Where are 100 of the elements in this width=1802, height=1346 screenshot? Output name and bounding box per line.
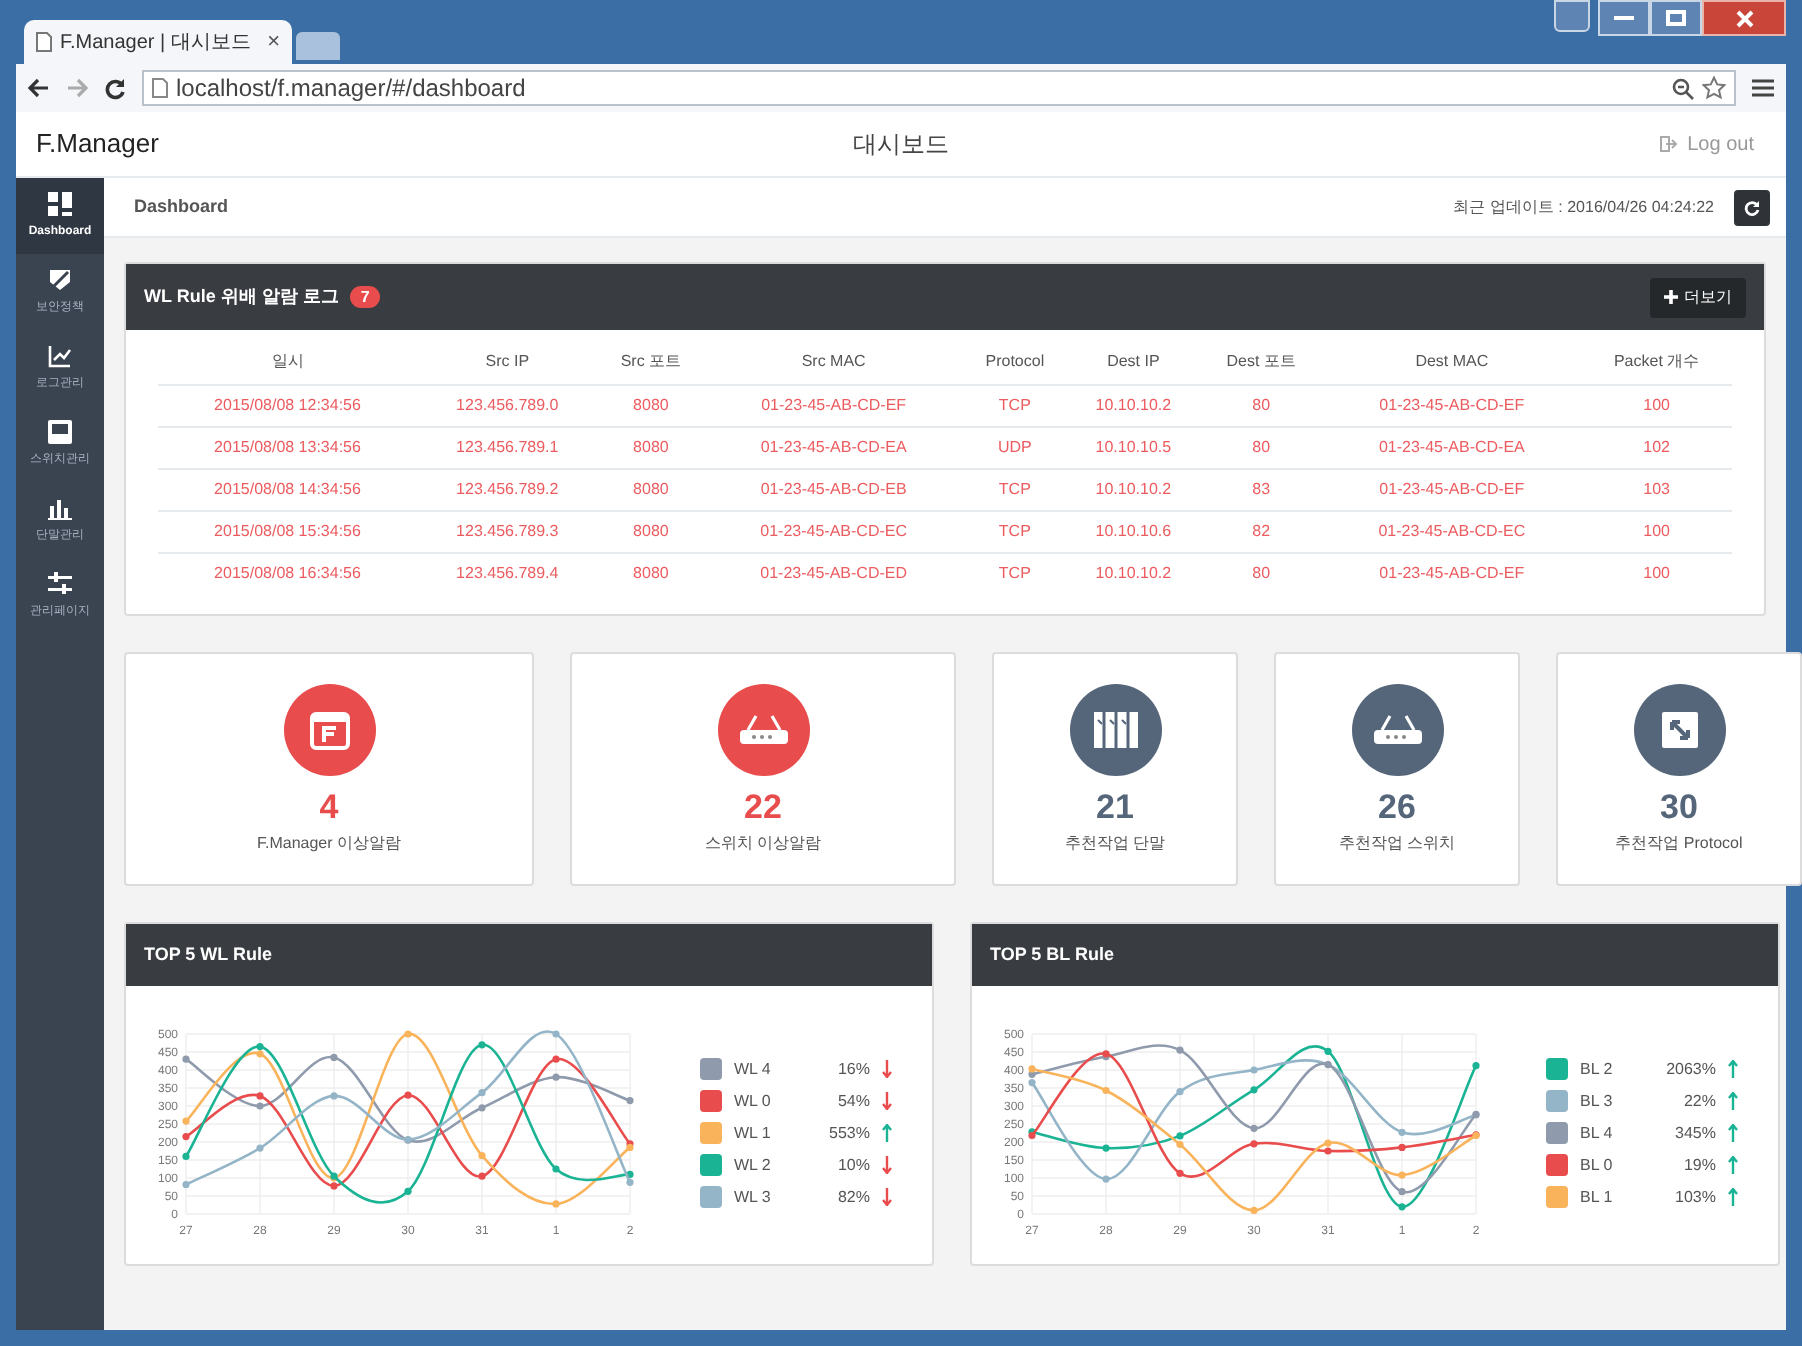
table-cell: 01-23-45-AB-CD-EF	[1322, 468, 1582, 510]
minimize-button[interactable]	[1598, 0, 1650, 36]
table-cell: 123.456.789.0	[417, 384, 598, 426]
table-cell: 80	[1200, 384, 1323, 426]
menu-icon[interactable]	[1752, 78, 1774, 98]
down-arrow-icon	[882, 1092, 892, 1110]
point	[330, 1052, 338, 1060]
column-header: Packet 개수	[1581, 342, 1732, 384]
table-cell: TCP	[963, 468, 1067, 510]
point	[478, 1040, 486, 1048]
point	[626, 1096, 634, 1104]
table-cell: TCP	[963, 552, 1067, 594]
maximize-button[interactable]	[1650, 0, 1702, 36]
down-arrow-icon	[882, 1060, 892, 1078]
point	[1176, 1045, 1184, 1053]
table-cell: TCP	[963, 384, 1067, 426]
table-cell: 2015/08/08 12:34:56	[158, 384, 417, 426]
page-icon	[152, 78, 168, 98]
point	[626, 1177, 634, 1185]
back-icon[interactable]	[28, 78, 50, 98]
stat-value: 22	[744, 787, 782, 827]
table-cell: 100	[1581, 510, 1732, 552]
table-cell: 8080	[597, 426, 705, 468]
point	[552, 1054, 560, 1062]
point	[256, 1101, 264, 1109]
table-cell: 01-23-45-AB-CD-EF	[1322, 384, 1582, 426]
table-cell: 10.10.10.2	[1066, 468, 1201, 510]
stat-label: 추천작업 스위치	[1338, 831, 1456, 855]
point	[330, 1091, 338, 1099]
tab-title: F.Manager | 대시보드	[60, 29, 251, 57]
up-arrow-icon	[1728, 1188, 1738, 1206]
plus-icon	[1664, 290, 1678, 304]
column-header: Src IP	[417, 342, 598, 384]
close-button[interactable]	[1702, 0, 1786, 36]
point	[1176, 1087, 1184, 1095]
close-icon	[1735, 9, 1753, 27]
brand-name[interactable]: F.Manager	[36, 124, 636, 164]
shield-icon	[48, 267, 72, 291]
point	[1398, 1142, 1406, 1150]
zoom-icon[interactable]	[1672, 77, 1694, 99]
point	[1102, 1174, 1110, 1182]
stat-value: 21	[1096, 787, 1134, 827]
legend-change: 10%	[835, 1153, 870, 1177]
table-cell: 01-23-45-AB-CD-EA	[704, 426, 964, 468]
point	[552, 1199, 560, 1207]
stat-value: 4	[319, 787, 339, 827]
address-bar[interactable]: localhost/f.manager/#/dashboard	[142, 70, 1736, 106]
sliders-icon	[48, 571, 72, 595]
table-cell: 103	[1581, 468, 1732, 510]
point	[182, 1054, 190, 1062]
up-arrow-icon	[1728, 1124, 1738, 1142]
stat-label: F.Manager 이상알람	[256, 831, 402, 855]
legend-label: WL 1	[734, 1121, 773, 1145]
router-icon	[1371, 709, 1423, 749]
point	[1250, 1139, 1258, 1147]
point	[1102, 1143, 1110, 1151]
legend-change: 345%	[1673, 1121, 1716, 1145]
table-cell: 82	[1200, 510, 1323, 552]
legend-label: WL 4	[734, 1057, 773, 1081]
table-cell: 123.456.789.1	[417, 426, 598, 468]
legend-label: BL 4	[1580, 1121, 1615, 1145]
resize-icon	[1657, 707, 1701, 751]
document-icon	[307, 707, 351, 751]
stat-label: 추천작업 Protocol	[1615, 831, 1743, 855]
browser-tab[interactable]: F.Manager | 대시보드 ×	[24, 20, 292, 64]
table-cell: 10.10.10.6	[1066, 510, 1201, 552]
table-cell: 83	[1200, 468, 1323, 510]
legend-change: 103%	[1673, 1185, 1716, 1209]
table-cell: 01-23-45-AB-CD-ED	[704, 552, 964, 594]
column-header: Src 포트	[597, 342, 705, 384]
column-header: Src MAC	[704, 342, 964, 384]
point	[1250, 1065, 1258, 1073]
point	[256, 1042, 264, 1050]
panel-title: TOP 5 WL Rule	[144, 941, 273, 968]
table-cell: 2015/08/08 16:34:56	[158, 552, 417, 594]
table-cell: 01-23-45-AB-CD-EB	[704, 468, 964, 510]
down-arrow-icon	[882, 1156, 892, 1174]
refresh-icon	[1744, 199, 1760, 215]
url-text: localhost/f.manager/#/dashboard	[176, 72, 526, 106]
page-icon	[36, 32, 52, 52]
point	[404, 1090, 412, 1098]
last-update-text: 최근 업데이트 : 2016/04/26 04:24:22	[1453, 195, 1714, 219]
server-rack-icon	[1091, 707, 1139, 751]
more-button[interactable]: 더보기	[1650, 277, 1746, 317]
stat-value: 26	[1378, 787, 1416, 827]
point	[256, 1143, 264, 1151]
refresh-button[interactable]	[1734, 189, 1770, 225]
table-cell: 102	[1581, 426, 1732, 468]
tab-close-button[interactable]: ×	[267, 25, 280, 59]
table-cell: 10.10.10.2	[1066, 384, 1201, 426]
chart-icon	[48, 343, 72, 367]
panel-title: TOP 5 BL Rule	[990, 941, 1115, 968]
star-icon[interactable]	[1702, 76, 1726, 100]
legend-label: WL 2	[734, 1153, 773, 1177]
reload-icon[interactable]	[104, 77, 126, 99]
point	[478, 1171, 486, 1179]
point	[1324, 1146, 1332, 1154]
table-cell: TCP	[963, 510, 1067, 552]
table-cell: 01-23-45-AB-CD-EF	[1322, 552, 1582, 594]
table-cell: 8080	[597, 384, 705, 426]
